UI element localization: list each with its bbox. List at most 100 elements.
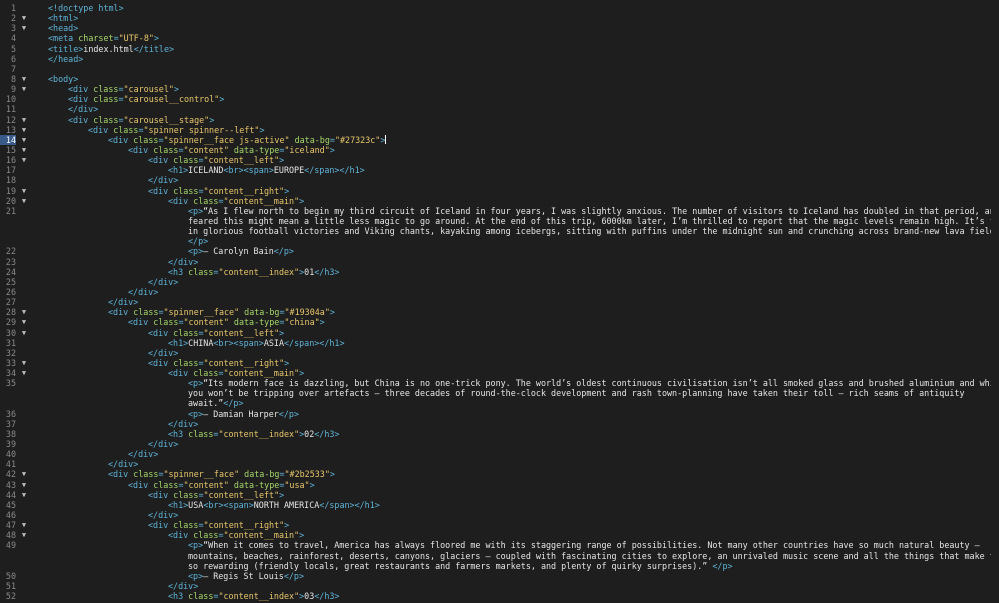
code-text[interactable]: </div> — [43, 287, 991, 297]
code-line[interactable]: 45 <h1>USA<br><span>NORTH AMERICA</span><… — [0, 500, 999, 510]
code-line[interactable]: 15 ▼ <div class="content" data-type="icela… — [0, 145, 999, 155]
code-line[interactable]: 38 <h3 class="content__index">02</h3> — [0, 429, 999, 439]
code-line[interactable]: 52 <h3 class="content__index">03</h3> — [0, 591, 999, 601]
code-line[interactable]: 1 <!doctype html> — [0, 3, 999, 13]
code-text[interactable]: <h1>ICELAND<br><span>EUROPE</span></h1> — [43, 165, 991, 175]
code-line[interactable]: await.”</p> — [0, 398, 999, 408]
code-line[interactable]: 6 </head> — [0, 54, 999, 64]
code-text[interactable]: </div> — [43, 510, 991, 520]
code-text[interactable]: <p>“As I flew north to begin my third ci… — [43, 206, 991, 216]
code-text[interactable]: <!doctype html> — [43, 3, 991, 13]
code-line[interactable]: 2 ▼ <html> — [0, 13, 999, 23]
code-line[interactable]: 50 <p>– Regis St Louis</p> — [0, 571, 999, 581]
code-text[interactable]: <p>– Damian Harper</p> — [43, 409, 991, 419]
code-text[interactable]: <h3 class="content__index">02</h3> — [43, 429, 991, 439]
fold-toggle-icon[interactable]: ▼ — [19, 196, 29, 206]
code-line[interactable]: 30 ▼ <div class="content__left"> — [0, 328, 999, 338]
code-line[interactable]: 4 <meta charset="UTF-8"> — [0, 33, 999, 43]
code-line[interactable]: 27 </div> — [0, 297, 999, 307]
code-text[interactable]: <div class="content__left"> — [43, 328, 991, 338]
code-text[interactable]: <div class="content" data-type="china"> — [43, 317, 991, 327]
code-text[interactable]: <h3 class="content__index">01</h3> — [43, 267, 991, 277]
code-line[interactable]: 42 ▼ <div class="spinner__face" data-bg="#… — [0, 469, 999, 479]
code-editor[interactable]: 1 <!doctype html> 2 ▼ <html> 3 ▼ <head> 4 <meta c… — [0, 0, 999, 603]
code-text[interactable]: <div class="content__left"> — [43, 155, 991, 165]
code-text[interactable]: <p>“When it comes to travel, America has… — [43, 540, 991, 550]
code-text[interactable]: <div class="carousel__stage"> — [43, 115, 991, 125]
fold-toggle-icon[interactable]: ▼ — [19, 317, 29, 327]
code-line[interactable]: mountains, beaches, rainforest, deserts,… — [0, 551, 999, 561]
code-text[interactable]: </div> — [43, 581, 991, 591]
fold-toggle-icon[interactable]: ▼ — [19, 125, 29, 135]
code-line[interactable]: 21 <p>“As I flew north to begin my third … — [0, 206, 999, 216]
code-text[interactable]: <h1>USA<br><span>NORTH AMERICA</span></h… — [43, 500, 991, 510]
code-text[interactable]: </div> — [43, 277, 991, 287]
fold-toggle-icon[interactable]: ▼ — [19, 84, 29, 94]
code-text[interactable]: <html> — [43, 13, 991, 23]
code-line[interactable]: 12 ▼ <div class="carousel__stage"> — [0, 115, 999, 125]
code-text[interactable]: </div> — [43, 297, 991, 307]
code-text[interactable]: <div class="carousel__control"> — [43, 94, 991, 104]
fold-toggle-icon[interactable]: ▼ — [19, 530, 29, 540]
code-line[interactable]: 3 ▼ <head> — [0, 23, 999, 33]
code-line[interactable]: 8 ▼ <body> — [0, 74, 999, 84]
fold-toggle-icon[interactable]: ▼ — [19, 469, 29, 479]
code-lines[interactable]: 1 <!doctype html> 2 ▼ <html> 3 ▼ <head> 4 <meta c… — [0, 3, 999, 601]
code-line[interactable]: 29 ▼ <div class="content" data-type="china… — [0, 317, 999, 327]
code-text[interactable]: </head> — [43, 54, 991, 64]
code-line[interactable]: 31 <h1>CHINA<br><span>ASIA</span></h1> — [0, 338, 999, 348]
code-text[interactable]: <head> — [43, 23, 991, 33]
code-text[interactable]: <h1>CHINA<br><span>ASIA</span></h1> — [43, 338, 991, 348]
code-line[interactable]: 51 </div> — [0, 581, 999, 591]
code-text[interactable]: </p> — [43, 236, 991, 246]
code-line[interactable]: 22 <p>– Carolyn Bain</p> — [0, 246, 999, 256]
fold-toggle-icon[interactable]: ▼ — [19, 368, 29, 378]
code-line[interactable]: 7 — [0, 64, 999, 74]
code-text[interactable]: <div class="spinner__face js-active" dat… — [43, 134, 991, 145]
fold-toggle-icon[interactable]: ▼ — [19, 328, 29, 338]
code-line[interactable]: 11 </div> — [0, 104, 999, 114]
code-text[interactable]: <div class="content__right"> — [43, 186, 991, 196]
code-text[interactable]: you won’t be tripping over artefacts – t… — [43, 388, 991, 398]
code-line[interactable]: 28 ▼ <div class="spinner__face" data-bg="#… — [0, 307, 999, 317]
fold-toggle-icon[interactable]: ▼ — [19, 490, 29, 500]
code-text[interactable]: <div class="carousel"> — [43, 84, 991, 94]
code-text[interactable]: <div class="content__right"> — [43, 358, 991, 368]
code-text[interactable]: </div> — [43, 175, 991, 185]
code-text[interactable]: <div class="content__right"> — [43, 520, 991, 530]
code-text[interactable]: in glorious football victories and Vikin… — [43, 226, 991, 236]
code-line[interactable]: 33 ▼ <div class="content__right"> — [0, 358, 999, 368]
code-line[interactable]: 48 ▼ <div class="content__main"> — [0, 530, 999, 540]
fold-toggle-icon[interactable]: ▼ — [19, 307, 29, 317]
fold-toggle-icon[interactable]: ▼ — [19, 23, 29, 33]
code-text[interactable]: <div class="content__main"> — [43, 368, 991, 378]
fold-toggle-icon[interactable]: ▼ — [19, 155, 29, 165]
code-line[interactable]: 9 ▼ <div class="carousel"> — [0, 84, 999, 94]
code-line[interactable]: 39 </div> — [0, 439, 999, 449]
fold-toggle-icon[interactable]: ▼ — [19, 145, 29, 155]
code-line[interactable]: 41 </div> — [0, 459, 999, 469]
fold-toggle-icon[interactable]: ▼ — [19, 520, 29, 530]
code-line[interactable]: 25 </div> — [0, 277, 999, 287]
code-line[interactable]: 5 <title>index.html</title> — [0, 44, 999, 54]
code-text[interactable]: so rewarding (friendly locals, great res… — [43, 561, 991, 571]
code-line[interactable]: 44 ▼ <div class="content__left"> — [0, 490, 999, 500]
code-text[interactable]: await.”</p> — [43, 398, 991, 408]
code-line[interactable]: 17 <h1>ICELAND<br><span>EUROPE</span></h1… — [0, 165, 999, 175]
code-text[interactable]: <body> — [43, 74, 991, 84]
code-text[interactable]: </div> — [43, 257, 991, 267]
code-line[interactable]: in glorious football victories and Vikin… — [0, 226, 999, 236]
code-line[interactable]: 40 </div> — [0, 449, 999, 459]
fold-toggle-icon[interactable]: ▼ — [19, 186, 29, 196]
code-line[interactable]: 47 ▼ <div class="content__right"> — [0, 520, 999, 530]
code-text[interactable]: </div> — [43, 449, 991, 459]
code-line[interactable]: 49 <p>“When it comes to travel, America h… — [0, 540, 999, 550]
code-line[interactable]: 14 ▼ <div class="spinner__face js-active" … — [0, 134, 999, 145]
fold-toggle-icon[interactable]: ▼ — [19, 74, 29, 84]
fold-toggle-icon[interactable]: ▼ — [19, 115, 29, 125]
code-text[interactable]: <div class="spinner__face" data-bg="#2b2… — [43, 469, 991, 479]
code-line[interactable]: 19 ▼ <div class="content__right"> — [0, 186, 999, 196]
code-line[interactable]: 20 ▼ <div class="content__main"> — [0, 196, 999, 206]
code-text[interactable]: <div class="content" data-type="usa"> — [43, 480, 991, 490]
fold-toggle-icon[interactable]: ▼ — [19, 135, 29, 145]
